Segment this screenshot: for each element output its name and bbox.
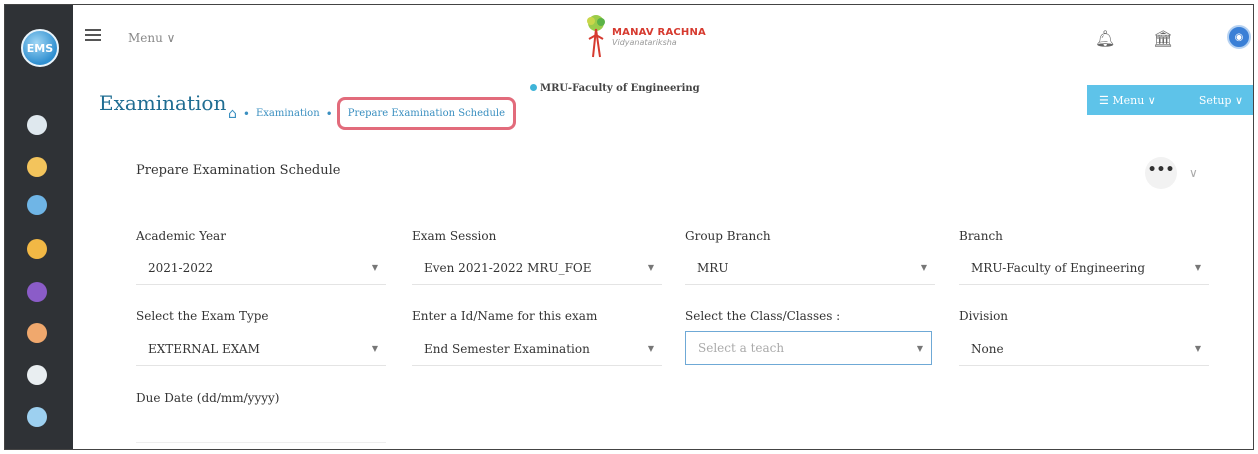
division-label: Division xyxy=(959,309,1009,323)
page-title: Examination xyxy=(99,91,227,115)
breadcrumb-examination[interactable]: Examination xyxy=(256,108,320,119)
menu-dropdown[interactable]: Menu ∨ xyxy=(128,31,175,45)
more-options-button[interactable]: ••• xyxy=(1145,157,1177,189)
branch-label: Branch xyxy=(959,229,1003,243)
hamburger-icon[interactable] xyxy=(85,29,101,41)
sidebar-icon-student[interactable] xyxy=(27,157,47,177)
sidebar-icon-teacher[interactable] xyxy=(27,239,47,259)
caret-icon: ▼ xyxy=(916,344,923,353)
classes-select[interactable]: Select a teach ▼ xyxy=(685,331,932,365)
caret-icon: ▼ xyxy=(647,263,654,272)
academic-year-select[interactable]: 2021-2022 ▼ xyxy=(136,251,386,285)
bell-icon[interactable]: 🔔︎ xyxy=(1095,29,1115,48)
home-icon[interactable]: ⌂ xyxy=(228,106,237,122)
branch-select[interactable]: MRU-Faculty of Engineering ▼ xyxy=(959,251,1209,285)
sidebar-icon-support[interactable] xyxy=(27,407,47,427)
tree-icon xyxy=(587,15,605,58)
group-branch-select[interactable]: MRU ▼ xyxy=(685,251,935,285)
sidebar-icon-profile[interactable] xyxy=(27,115,47,135)
due-date-label: Due Date (dd/mm/yyyy) xyxy=(136,391,280,405)
caret-icon: ▼ xyxy=(371,344,378,353)
exam-type-select[interactable]: EXTERNAL EXAM ▼ xyxy=(136,332,386,366)
caret-icon: ▼ xyxy=(1194,263,1201,272)
sidebar: EMS xyxy=(5,5,73,449)
sidebar-icon-reports[interactable] xyxy=(27,323,47,343)
exam-type-label: Select the Exam Type xyxy=(136,309,269,323)
header-action-bar: ☰ Menu ∨ Setup ∨ xyxy=(1087,85,1253,115)
caret-icon: ▼ xyxy=(920,263,927,272)
group-branch-label: Group Branch xyxy=(685,229,771,243)
institution-icon[interactable]: 🏛︎ xyxy=(1153,29,1173,48)
caret-icon: ▼ xyxy=(647,344,654,353)
due-date-input[interactable] xyxy=(136,409,386,443)
brand-tagline: Vidyanatariksha xyxy=(612,38,677,47)
campus-indicator: MRU-Faculty of Engineering xyxy=(530,83,700,94)
exam-name-label: Enter a Id/Name for this exam xyxy=(412,309,598,323)
app-logo[interactable]: EMS xyxy=(21,29,59,67)
card-title: Prepare Examination Schedule xyxy=(136,163,341,178)
user-avatar[interactable]: ◉ xyxy=(1227,25,1251,49)
caret-icon: ▼ xyxy=(1194,344,1201,353)
topbar: Menu ∨ MANAV RACHNA Vidyanatariksha 🔔︎ 🏛… xyxy=(73,5,1253,77)
app-frame: EMS Menu ∨ MANAV RACHNA Vidyanatariksha … xyxy=(4,4,1254,450)
division-select[interactable]: None ▼ xyxy=(959,332,1209,366)
exam-session-label: Exam Session xyxy=(412,229,497,243)
academic-year-label: Academic Year xyxy=(136,229,226,243)
sidebar-icon-messages[interactable] xyxy=(27,282,47,302)
setup-button[interactable]: Setup ∨ xyxy=(1187,94,1253,107)
breadcrumb: ⌂ • Examination • Prepare Examination Sc… xyxy=(228,97,516,130)
exam-session-select[interactable]: Even 2021-2022 MRU_FOE ▼ xyxy=(412,251,662,285)
brand-logo: MANAV RACHNA Vidyanatariksha xyxy=(584,13,706,61)
classes-label: Select the Class/Classes : xyxy=(685,309,841,323)
sidebar-icon-campus[interactable] xyxy=(27,195,47,215)
menu-button[interactable]: ☰ Menu ∨ xyxy=(1087,94,1168,107)
sidebar-icon-settings[interactable] xyxy=(27,365,47,385)
chevron-down-icon[interactable]: ∨ xyxy=(1189,166,1198,180)
brand-name: MANAV RACHNA xyxy=(612,27,706,38)
breadcrumb-current: Prepare Examination Schedule xyxy=(336,97,516,130)
caret-icon: ▼ xyxy=(371,263,378,272)
exam-name-select[interactable]: End Semester Examination ▼ xyxy=(412,332,662,366)
